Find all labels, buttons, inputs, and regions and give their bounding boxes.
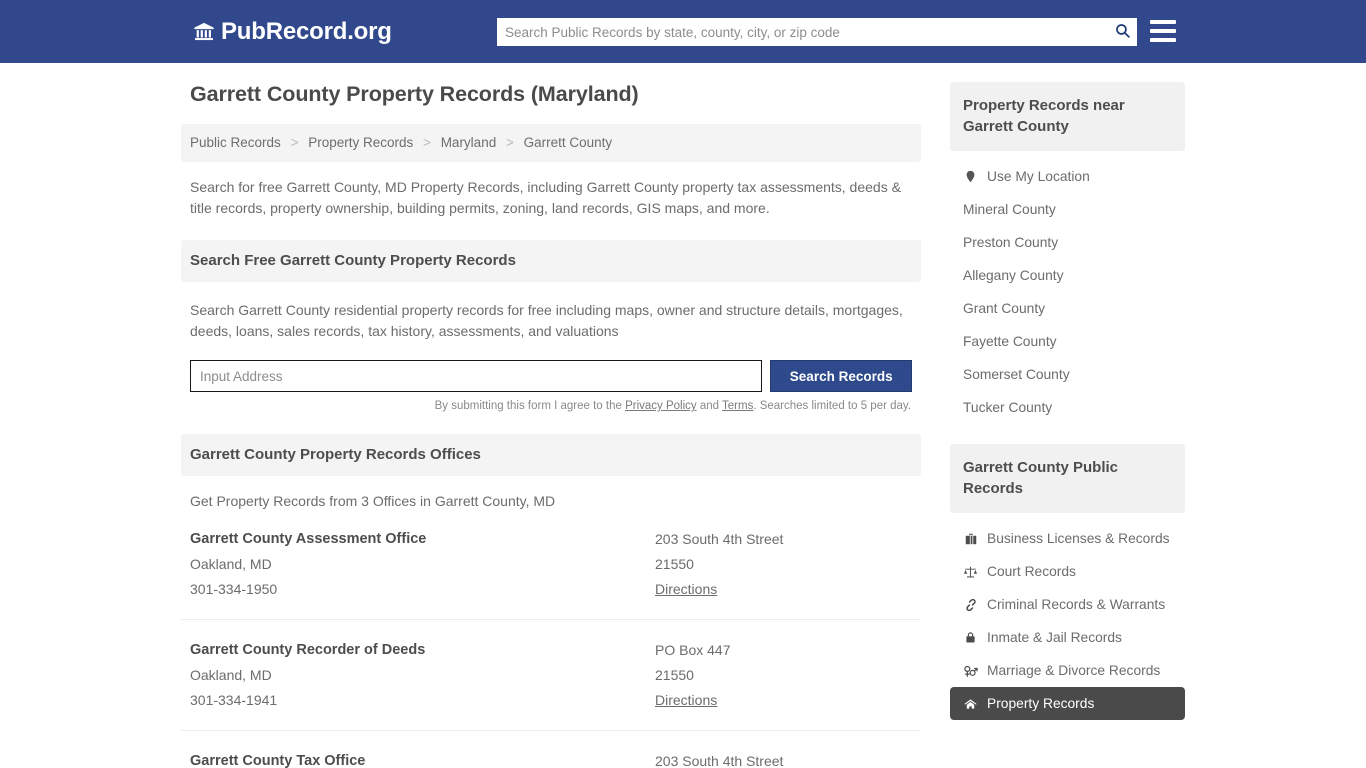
- office-zip: 21550: [655, 556, 694, 572]
- nearby-records-panel: Property Records near Garrett County Use…: [950, 82, 1185, 424]
- sidebar-item-property-records[interactable]: Property Records: [950, 687, 1185, 720]
- sidebar-item-label: Grant County: [963, 301, 1046, 316]
- breadcrumb-separator: >: [290, 135, 299, 150]
- sidebar-item-court-records[interactable]: Court Records: [950, 555, 1185, 588]
- office-address: 203 South 4th Street: [655, 753, 784, 768]
- table-row: Garrett County Recorder of Deeds Oakland…: [181, 620, 921, 731]
- sidebar-item-label: Court Records: [987, 564, 1076, 579]
- sidebar-item-label: Tucker County: [963, 400, 1053, 415]
- public-records-panel: Garrett County Public Records Business L…: [950, 444, 1185, 720]
- disclaimer-prefix: By submitting this form I agree to the: [434, 400, 626, 412]
- search-section-heading: Search Free Garrett County Property Reco…: [181, 240, 921, 282]
- office-name: Garrett County Assessment Office: [190, 531, 427, 547]
- office-phone: 301-334-1950: [190, 581, 278, 597]
- panel-divider-space: [950, 424, 1185, 444]
- sidebar-item-label: Somerset County: [963, 367, 1070, 382]
- search-icon: [1114, 22, 1131, 42]
- bank-building-icon: [193, 21, 215, 43]
- search-section-description: Search Garrett County residential proper…: [190, 302, 903, 339]
- sidebar-item-label: Allegany County: [963, 268, 1064, 283]
- search-input[interactable]: [497, 19, 1107, 45]
- disclaimer-suffix: . Searches limited to 5 per day.: [753, 400, 911, 412]
- scales-of-justice-icon: [963, 564, 978, 579]
- sidebar-item-preston-county[interactable]: Preston County: [950, 226, 1185, 259]
- main-column: Garrett County Property Records (Marylan…: [181, 82, 921, 768]
- sidebar-item-label: Fayette County: [963, 334, 1057, 349]
- sidebar-item-use-my-location[interactable]: Use My Location: [950, 160, 1185, 193]
- site-logo-text: PubRecord.org: [221, 17, 392, 45]
- sidebar-item-tucker-county[interactable]: Tucker County: [950, 391, 1185, 424]
- offices-section-heading: Garrett County Property Records Offices: [181, 434, 921, 476]
- public-records-panel-heading: Garrett County Public Records: [950, 444, 1185, 513]
- directions-link[interactable]: Directions: [655, 581, 717, 597]
- breadcrumb-item-property-records[interactable]: Property Records: [308, 135, 413, 150]
- breadcrumb: Public Records > Property Records > Mary…: [181, 124, 921, 162]
- sidebar-item-inmate-jail-records[interactable]: Inmate & Jail Records: [950, 621, 1185, 654]
- office-address: PO Box 447: [655, 642, 731, 658]
- table-row: Garrett County Tax Office Oakland, MD 30…: [181, 731, 921, 768]
- padlock-icon: [963, 630, 978, 645]
- page-intro-text: Search for free Garrett County, MD Prope…: [190, 179, 901, 216]
- sidebar-item-grant-county[interactable]: Grant County: [950, 292, 1185, 325]
- breadcrumb-item-garrett-county[interactable]: Garrett County: [524, 135, 613, 150]
- sidebar-item-label: Inmate & Jail Records: [987, 630, 1122, 645]
- sidebar-item-allegany-county[interactable]: Allegany County: [950, 259, 1185, 292]
- breadcrumb-separator: >: [505, 135, 514, 150]
- office-city-state: Oakland, MD: [190, 556, 272, 572]
- office-phone: 301-334-1941: [190, 692, 278, 708]
- handcuffs-icon: [963, 597, 978, 612]
- sidebar-item-label: Property Records: [987, 696, 1095, 711]
- map-pin-icon: [963, 169, 978, 184]
- house-icon: [963, 696, 978, 711]
- header-search-bar[interactable]: [497, 18, 1137, 46]
- office-city-state: Oakland, MD: [190, 667, 272, 683]
- sidebar-item-label: Criminal Records & Warrants: [987, 597, 1166, 612]
- site-logo[interactable]: PubRecord.org: [193, 18, 392, 46]
- sidebar: Property Records near Garrett County Use…: [950, 82, 1185, 720]
- privacy-policy-link[interactable]: Privacy Policy: [625, 400, 697, 412]
- sidebar-item-label: Marriage & Divorce Records: [987, 663, 1161, 678]
- sidebar-item-somerset-county[interactable]: Somerset County: [950, 358, 1185, 391]
- disclaimer-middle: and: [696, 400, 723, 412]
- page-body: Garrett County Property Records (Marylan…: [0, 63, 1366, 768]
- breadcrumb-item-maryland[interactable]: Maryland: [441, 135, 497, 150]
- search-records-section: Search Free Garrett County Property Reco…: [181, 240, 921, 412]
- sidebar-item-label: Use My Location: [987, 169, 1090, 184]
- office-address: 203 South 4th Street: [655, 531, 784, 547]
- sidebar-item-label: Preston County: [963, 235, 1059, 250]
- address-search-form: Search Records: [190, 360, 912, 392]
- briefcase-icon: [963, 531, 978, 546]
- address-input[interactable]: [190, 360, 763, 392]
- table-row: Garrett County Assessment Office Oakland…: [181, 509, 921, 620]
- sidebar-item-business-licenses[interactable]: Business Licenses & Records: [950, 522, 1185, 555]
- office-name: Garrett County Tax Office: [190, 753, 366, 768]
- offices-count-text: Get Property Records from 3 Offices in G…: [190, 493, 556, 509]
- gender-symbols-icon: [963, 663, 978, 678]
- directions-link[interactable]: Directions: [655, 692, 717, 708]
- offices-section: Garrett County Property Records Offices …: [181, 434, 921, 768]
- search-records-button[interactable]: Search Records: [770, 360, 912, 392]
- breadcrumb-item-public-records[interactable]: Public Records: [190, 135, 281, 150]
- public-records-list: Business Licenses & Records Court Record…: [950, 522, 1185, 720]
- nearby-panel-heading: Property Records near Garrett County: [950, 82, 1185, 151]
- office-name: Garrett County Recorder of Deeds: [190, 642, 426, 658]
- page-title: Garrett County Property Records (Marylan…: [190, 82, 639, 106]
- form-disclaimer: By submitting this form I agree to the P…: [190, 400, 912, 412]
- hamburger-menu-icon[interactable]: [1150, 20, 1176, 42]
- breadcrumb-separator: >: [423, 135, 431, 150]
- sidebar-item-marriage-divorce-records[interactable]: Marriage & Divorce Records: [950, 654, 1185, 687]
- sidebar-item-mineral-county[interactable]: Mineral County: [950, 193, 1185, 226]
- site-header: PubRecord.org: [0, 0, 1366, 63]
- office-zip: 21550: [655, 667, 694, 683]
- sidebar-item-label: Mineral County: [963, 202, 1056, 217]
- sidebar-item-fayette-county[interactable]: Fayette County: [950, 325, 1185, 358]
- sidebar-item-criminal-records[interactable]: Criminal Records & Warrants: [950, 588, 1185, 621]
- content-container: Garrett County Property Records (Marylan…: [181, 82, 1185, 768]
- terms-link[interactable]: Terms: [722, 400, 753, 412]
- sidebar-item-label: Business Licenses & Records: [987, 531, 1170, 546]
- nearby-county-list: Use My Location Mineral County Preston C…: [950, 160, 1185, 424]
- search-submit-button[interactable]: [1107, 18, 1137, 46]
